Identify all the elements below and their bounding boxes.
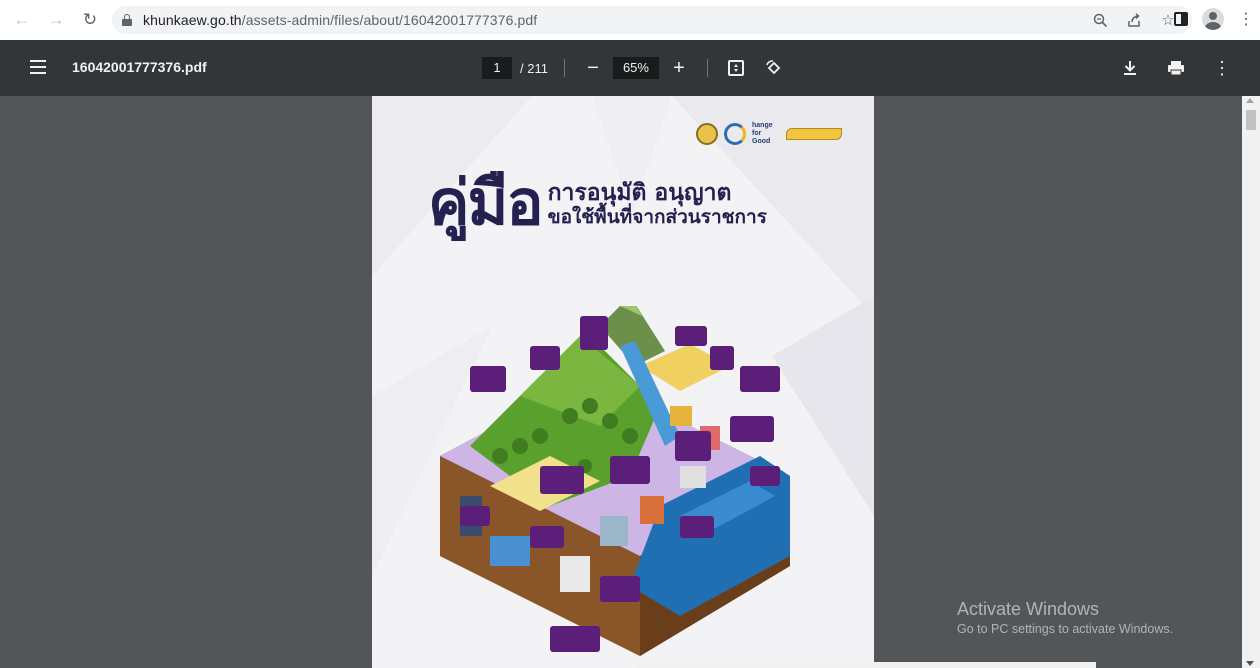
cover-subtitle: การอนุมัติ อนุญาต ขอใช้พื้นที่จากส่วนราช… [548,180,767,228]
zoom-level-input[interactable]: 65% [612,57,659,79]
windows-activation-watermark: Activate Windows Go to PC settings to ac… [957,598,1173,638]
zoom-out-icon[interactable]: − [581,56,605,80]
side-panel-icon[interactable] [1174,12,1188,26]
profile-icon[interactable] [1202,8,1224,30]
document-viewer[interactable]: hange for Good คู่มือ การอนุมัติ อนุญาต … [0,96,1260,668]
address-field[interactable]: khunkaew.go.th/assets-admin/files/about/… [112,6,1192,34]
scroll-up-icon[interactable] [1246,98,1254,103]
isometric-city-illustration [440,306,790,656]
watermark-subtitle: Go to PC settings to activate Windows. [957,622,1174,636]
banner-logo-icon [786,128,842,140]
menu-icon[interactable]: ⋮ [1238,9,1254,29]
change-for-good-logo-icon [724,123,746,145]
rotate-icon[interactable] [762,56,786,80]
forward-icon[interactable]: → [44,8,68,32]
page-number-input[interactable]: 1 [482,57,512,79]
seal-logo-icon [696,123,718,145]
lock-icon[interactable] [122,14,132,26]
url-host: khunkaew.go.th [143,12,242,28]
share-icon[interactable] [1124,10,1144,30]
page-controls: 1 / 211 − 65% + [482,56,786,80]
download-icon[interactable] [1118,56,1142,80]
horizontal-scrollbar[interactable] [636,662,1096,668]
vertical-scrollbar[interactable] [1242,96,1260,668]
fit-page-icon [727,60,744,76]
pdf-toolbar: 16042001777376.pdf 1 / 211 − 65% + ⋮ [0,40,1260,96]
more-icon[interactable]: ⋮ [1210,56,1234,80]
toolbar-divider [563,59,565,77]
scroll-thumb[interactable] [1246,110,1256,130]
cover-title: คู่มือ การอนุมัติ อนุญาต ขอใช้พื้นที่จาก… [428,170,767,236]
cover-logos: hange for Good [696,122,842,146]
zoom-in-icon[interactable]: + [667,56,691,80]
page-total: / 211 [520,60,548,76]
toolbar-divider [706,59,708,77]
cover-title-line1: การอนุมัติ อนุญาต [547,180,732,206]
reload-icon[interactable]: ↻ [78,8,102,32]
back-icon[interactable]: ← [10,8,34,32]
url-path: /assets-admin/files/about/16042001777376… [241,12,538,28]
browser-address-bar: ← → ↻ khunkaew.go.th/assets-admin/files/… [0,0,1260,40]
fit-page-button[interactable] [724,56,748,80]
print-icon[interactable] [1164,56,1188,80]
watermark-title: Activate Windows [957,599,1100,619]
cover-title-line2: ขอใช้พื้นที่จากส่วนราชการ [547,206,767,228]
hamburger-icon[interactable] [30,60,46,74]
zoom-icon[interactable] [1090,10,1110,30]
url-text[interactable]: khunkaew.go.th/assets-admin/files/about/… [143,12,537,28]
logo-text: hange for Good [752,122,773,145]
cover-title-main: คู่มือ [428,166,544,239]
pdf-page[interactable]: hange for Good คู่มือ การอนุมัติ อนุญาต … [372,96,874,668]
file-title: 16042001777376.pdf [72,59,207,75]
scroll-down-icon[interactable] [1246,661,1254,666]
